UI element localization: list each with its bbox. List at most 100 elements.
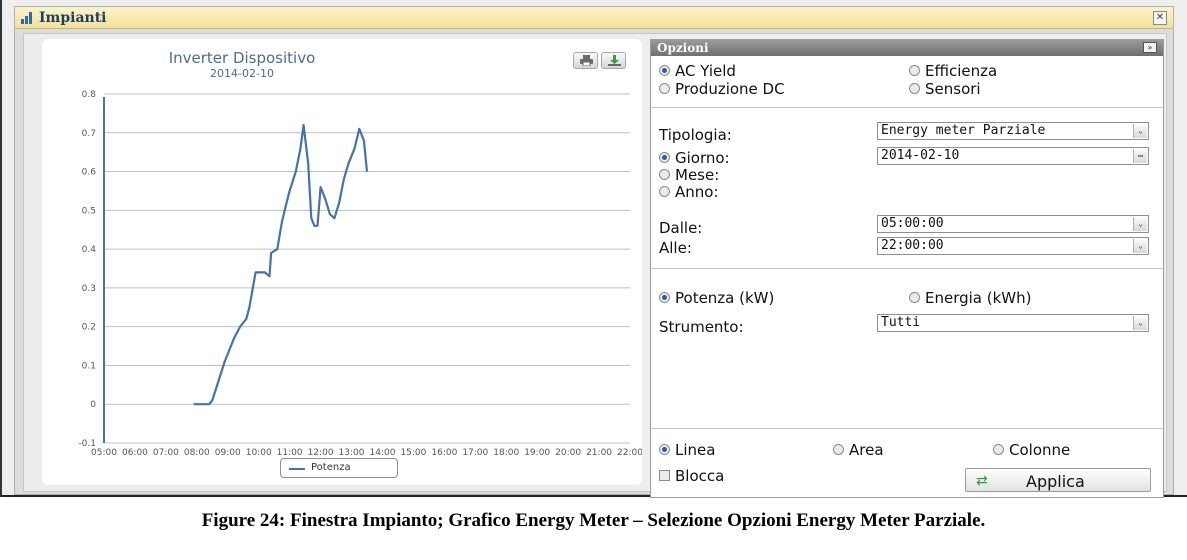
tipologia-value: Energy meter Parziale [881, 123, 1046, 138]
radio-sensori-label: Sensori [925, 80, 981, 98]
legend-line-swatch [289, 468, 305, 470]
radio-energia[interactable]: Energia (kWh) [909, 289, 1032, 307]
x-tick-label: 15:00 [400, 448, 426, 458]
window-titlebar[interactable]: Impianti ✕ [15, 7, 1173, 29]
y-tick-label: 0.3 [82, 284, 96, 294]
tipologia-select[interactable]: Energy meter Parziale ⌄ [877, 122, 1149, 140]
section-divider [651, 268, 1163, 269]
bar-chart-icon [21, 12, 35, 24]
radio-area-label: Area [849, 441, 884, 459]
radio-dot-icon [909, 83, 920, 94]
dalle-time-select[interactable]: 05:00:00 ⌄ [877, 215, 1149, 233]
radio-efficienza[interactable]: Efficienza [909, 62, 997, 80]
legend-label: Potenza [311, 462, 351, 473]
x-tick-label: 22:00 [617, 448, 642, 458]
chevron-down-icon[interactable]: ⌄ [1133, 239, 1147, 253]
radio-dot-icon [833, 444, 844, 455]
chart-title: Inverter Dispositivo [168, 49, 316, 67]
radio-potenza[interactable]: Potenza (kW) [659, 289, 774, 307]
x-tick-label: 08:00 [184, 448, 210, 458]
radio-ac-yield-label: AC Yield [675, 62, 736, 80]
x-tick-label: 10:00 [246, 448, 272, 458]
radio-mese-label: Mese: [675, 166, 720, 184]
x-tick-label: 07:00 [153, 448, 179, 458]
y-tick-label: 0.7 [82, 129, 96, 139]
x-tick-label: 09:00 [215, 448, 241, 458]
alle-time-select[interactable]: 22:00:00 ⌄ [877, 237, 1149, 255]
radio-colonne[interactable]: Colonne [993, 441, 1070, 459]
checkbox-box-icon [659, 470, 670, 481]
dalle-value: 05:00:00 [881, 216, 944, 231]
radio-sensori[interactable]: Sensori [909, 80, 981, 98]
x-tick-label: 12:00 [308, 448, 334, 458]
giorno-date-field[interactable]: 2014-02-10 ▭ [877, 147, 1149, 165]
radio-anno-label: Anno: [675, 183, 719, 201]
giorno-date-value: 2014-02-10 [881, 148, 960, 163]
radio-ac-yield[interactable]: AC Yield [659, 62, 736, 80]
x-tick-label: 17:00 [462, 448, 488, 458]
chevron-down-icon[interactable]: ⌄ [1133, 217, 1147, 231]
chart-panel: -0.1 0 0.1 0.2 0.3 0.4 0.5 0.6 0.7 0.8 05:00 06:00 0… [42, 39, 642, 485]
y-tick-label: 0.5 [82, 206, 96, 216]
line-chart: -0.100.10.20.30.40.50.60.70.805:00 06:00 0… [78, 90, 642, 458]
applica-button[interactable]: ⇄ Applica [965, 468, 1151, 492]
radio-area[interactable]: Area [833, 441, 884, 459]
options-title: Opzioni [657, 41, 709, 55]
y-tick-label: 0.6 [82, 168, 97, 178]
radio-potenza-label: Potenza (kW) [675, 289, 775, 307]
radio-dot-icon [659, 65, 670, 76]
radio-giorno-label: Giorno: [675, 149, 730, 167]
x-tick-label: 14:00 [370, 448, 396, 458]
y-tick-label: 0.4 [82, 245, 97, 255]
radio-anno[interactable]: Anno: [659, 183, 719, 201]
options-header: Opzioni » [651, 40, 1163, 56]
y-tick-label: 0 [90, 400, 96, 410]
radio-dot-icon [993, 444, 1004, 455]
tipologia-label: Tipologia: [659, 126, 732, 144]
series-line-potenza [193, 123, 369, 406]
blocca-checkbox[interactable]: Blocca [659, 467, 724, 485]
screenshot-area: Impianti ✕ -0.1 0 0.1 0.2 0.3 0.4 0.5 0.6 0.7 0.8… [0, 0, 1187, 498]
x-tick-label: 06:00 [122, 448, 148, 458]
export-button[interactable] [601, 52, 626, 69]
y-tick-label: 0.8 [82, 90, 97, 100]
x-tick-label: 13:00 [339, 448, 365, 458]
radio-dot-icon [659, 83, 670, 94]
radio-dot-icon [659, 152, 670, 163]
chart-legend[interactable]: Potenza [280, 458, 398, 478]
collapse-icon[interactable]: » [1143, 42, 1157, 53]
impianti-window: Impianti ✕ -0.1 0 0.1 0.2 0.3 0.4 0.5 0.6 0.7 0.8… [14, 6, 1174, 498]
chevron-down-icon[interactable]: ⌄ [1133, 316, 1147, 330]
x-tick-label: 18:00 [493, 448, 519, 458]
radio-efficienza-label: Efficienza [925, 62, 998, 80]
radio-mese[interactable]: Mese: [659, 166, 719, 184]
strumento-value: Tutti [881, 315, 921, 330]
section-divider [651, 107, 1163, 108]
radio-giorno[interactable]: Giorno: [659, 149, 730, 167]
calendar-icon[interactable]: ▭ [1133, 149, 1147, 163]
strumento-select[interactable]: Tutti ⌄ [877, 314, 1149, 332]
window-content: -0.1 0 0.1 0.2 0.3 0.4 0.5 0.6 0.7 0.8 05:00 06:00 0… [23, 33, 1167, 498]
radio-dot-icon [659, 444, 670, 455]
x-tick-label: 21:00 [586, 448, 612, 458]
window-title: Impianti [39, 10, 107, 26]
radio-dot-icon [909, 292, 920, 303]
print-button[interactable] [573, 52, 598, 69]
blocca-label: Blocca [675, 467, 725, 485]
strumento-label: Strumento: [659, 318, 744, 336]
radio-linea[interactable]: Linea [659, 441, 715, 459]
figure-caption: Figure 24: Finestra Impianto; Grafico En… [201, 510, 986, 531]
radio-produzione-dc[interactable]: Produzione DC [659, 80, 785, 98]
x-tick-label: 11:00 [277, 448, 303, 458]
printer-icon [580, 55, 593, 66]
radio-dot-icon [659, 169, 670, 180]
applica-label: Applica [1026, 472, 1085, 491]
chevron-down-icon[interactable]: ⌄ [1133, 124, 1147, 138]
screen-edge [0, 0, 2, 497]
radio-dot-icon [659, 292, 670, 303]
options-panel: Opzioni » AC Yield Efficienza Produzione… [650, 39, 1164, 498]
radio-produzione-dc-label: Produzione DC [675, 80, 785, 98]
radio-dot-icon [909, 65, 920, 76]
close-icon[interactable]: ✕ [1153, 11, 1167, 25]
radio-colonne-label: Colonne [1009, 441, 1071, 459]
